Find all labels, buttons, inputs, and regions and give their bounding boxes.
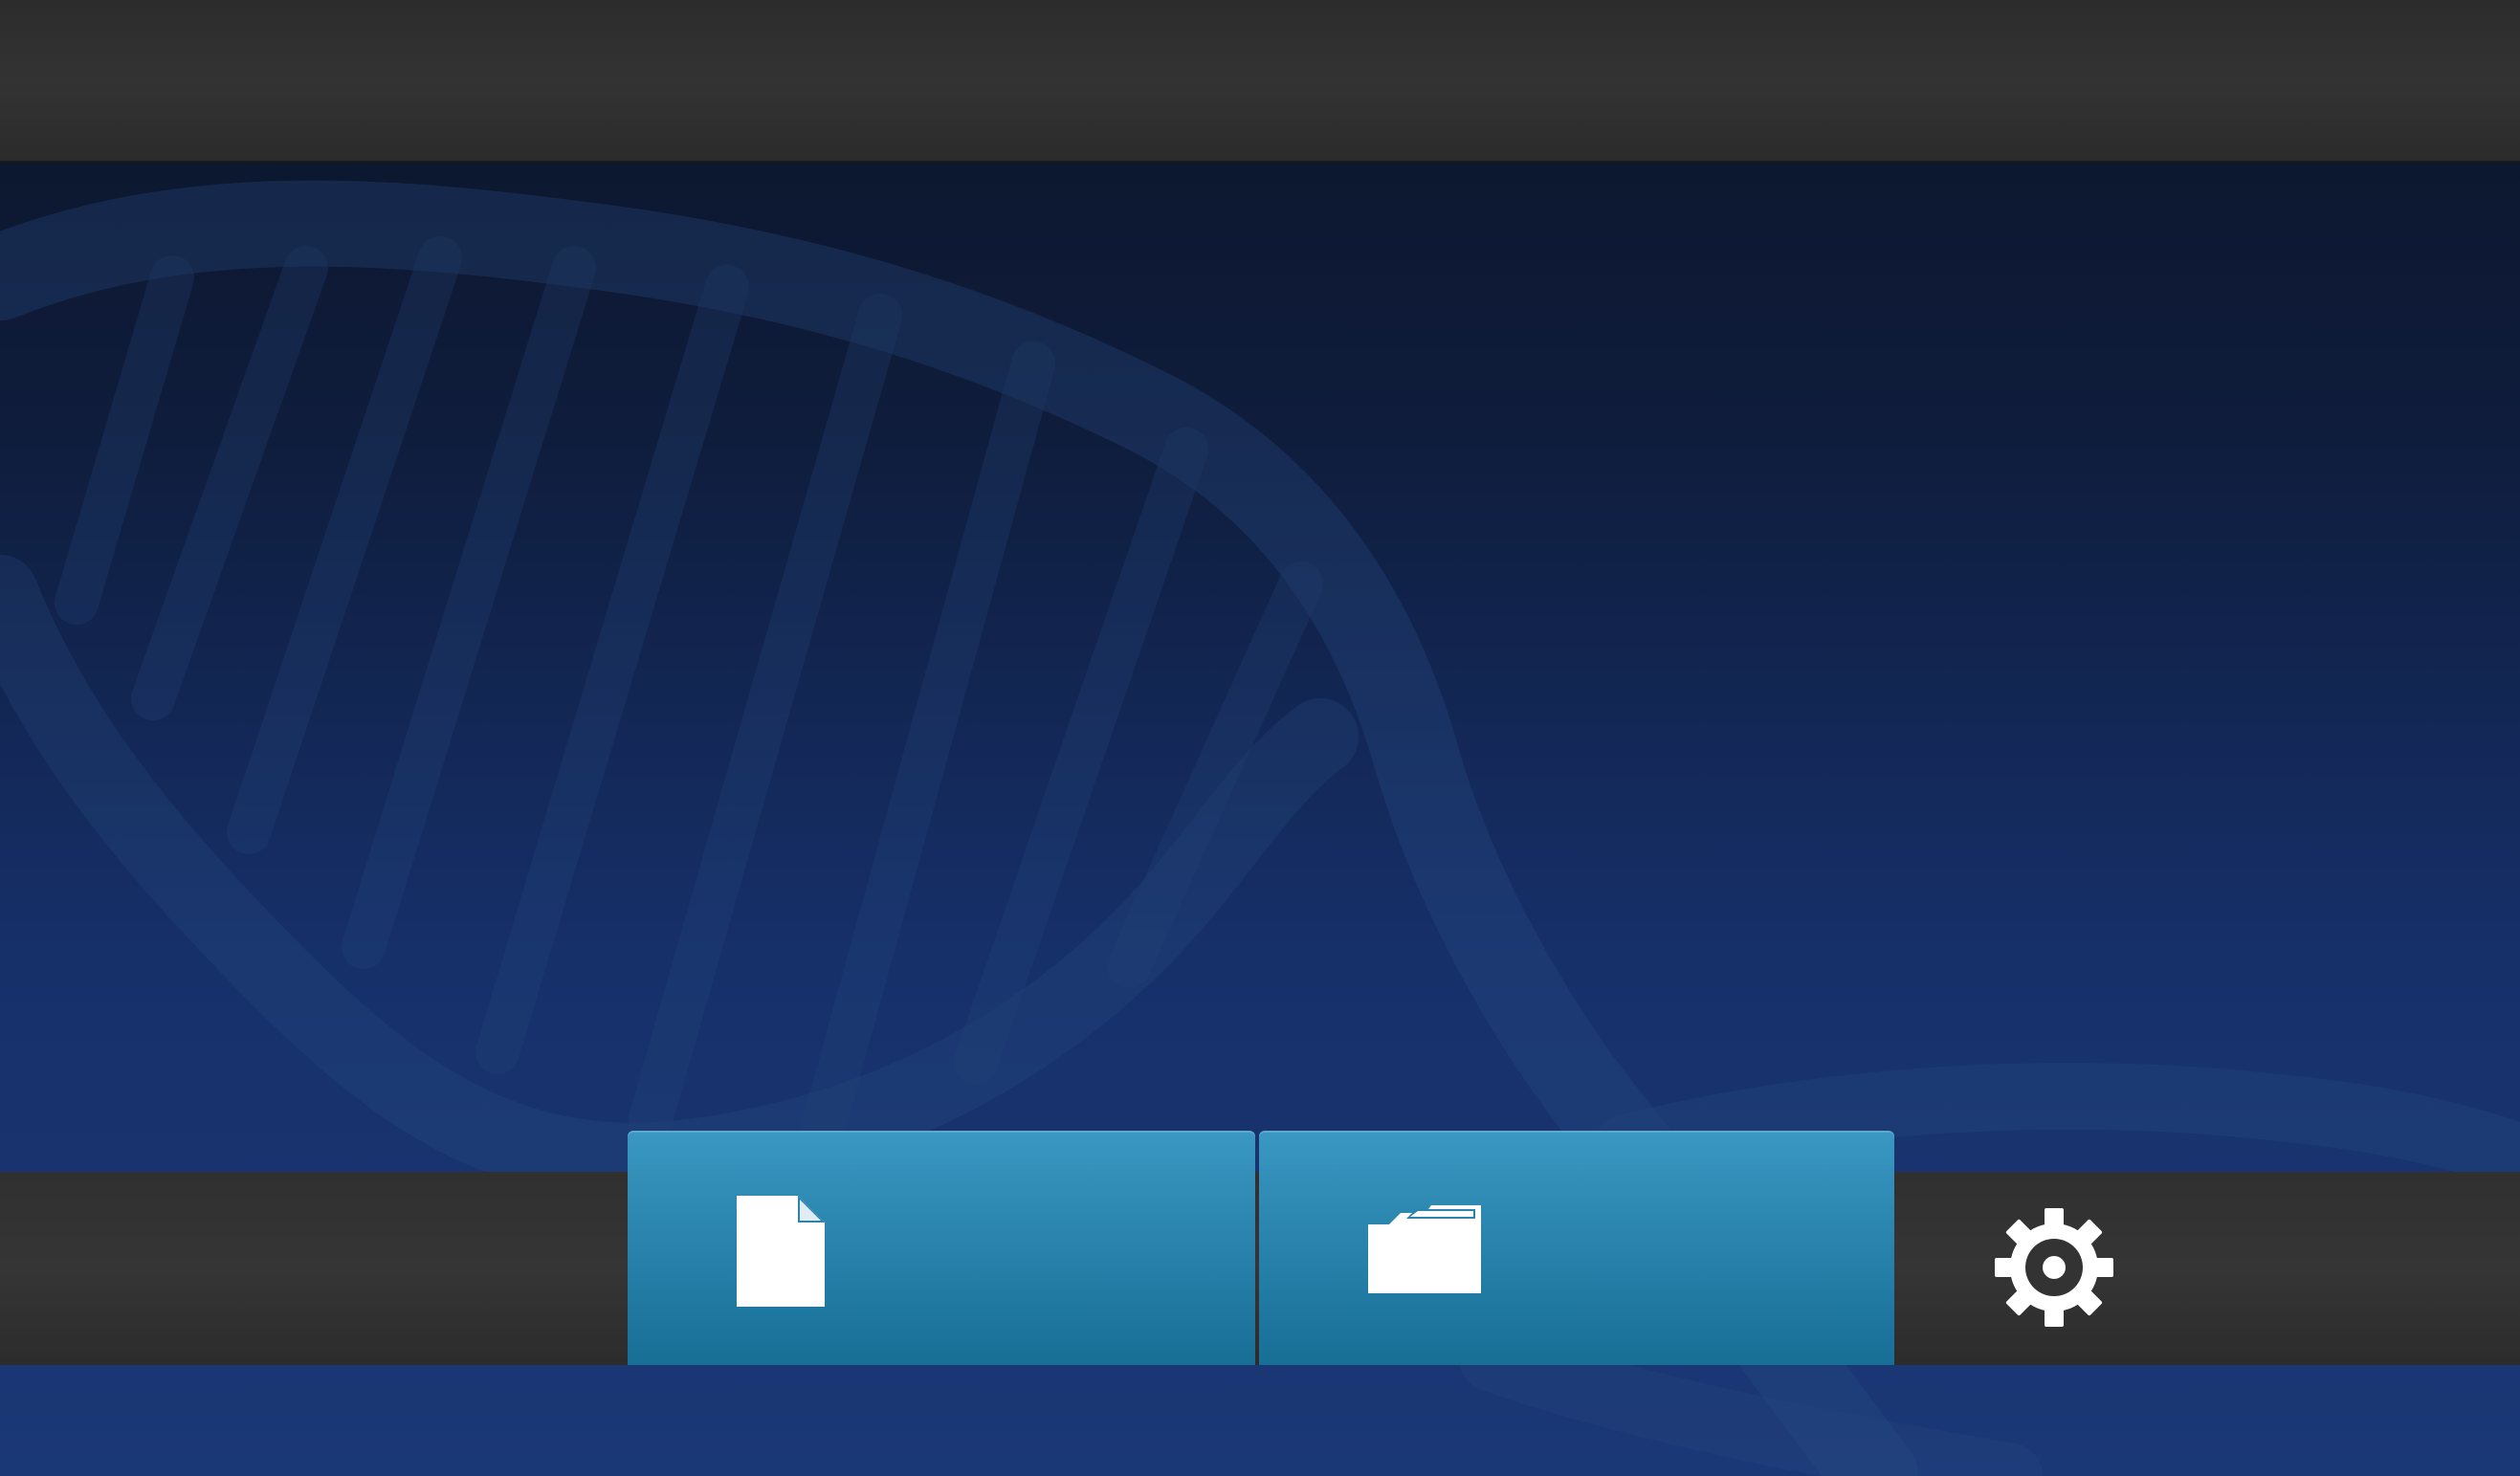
new-file-button[interactable] <box>628 1131 1255 1365</box>
app-window <box>0 0 2520 1476</box>
settings-button[interactable] <box>1990 1203 2118 1332</box>
top-app-bar <box>0 0 2520 163</box>
open-folder-icon <box>1368 1205 1481 1293</box>
new-file-icon <box>737 1196 825 1307</box>
open-folder-button[interactable] <box>1259 1131 1894 1365</box>
gear-icon <box>1995 1208 2113 1327</box>
